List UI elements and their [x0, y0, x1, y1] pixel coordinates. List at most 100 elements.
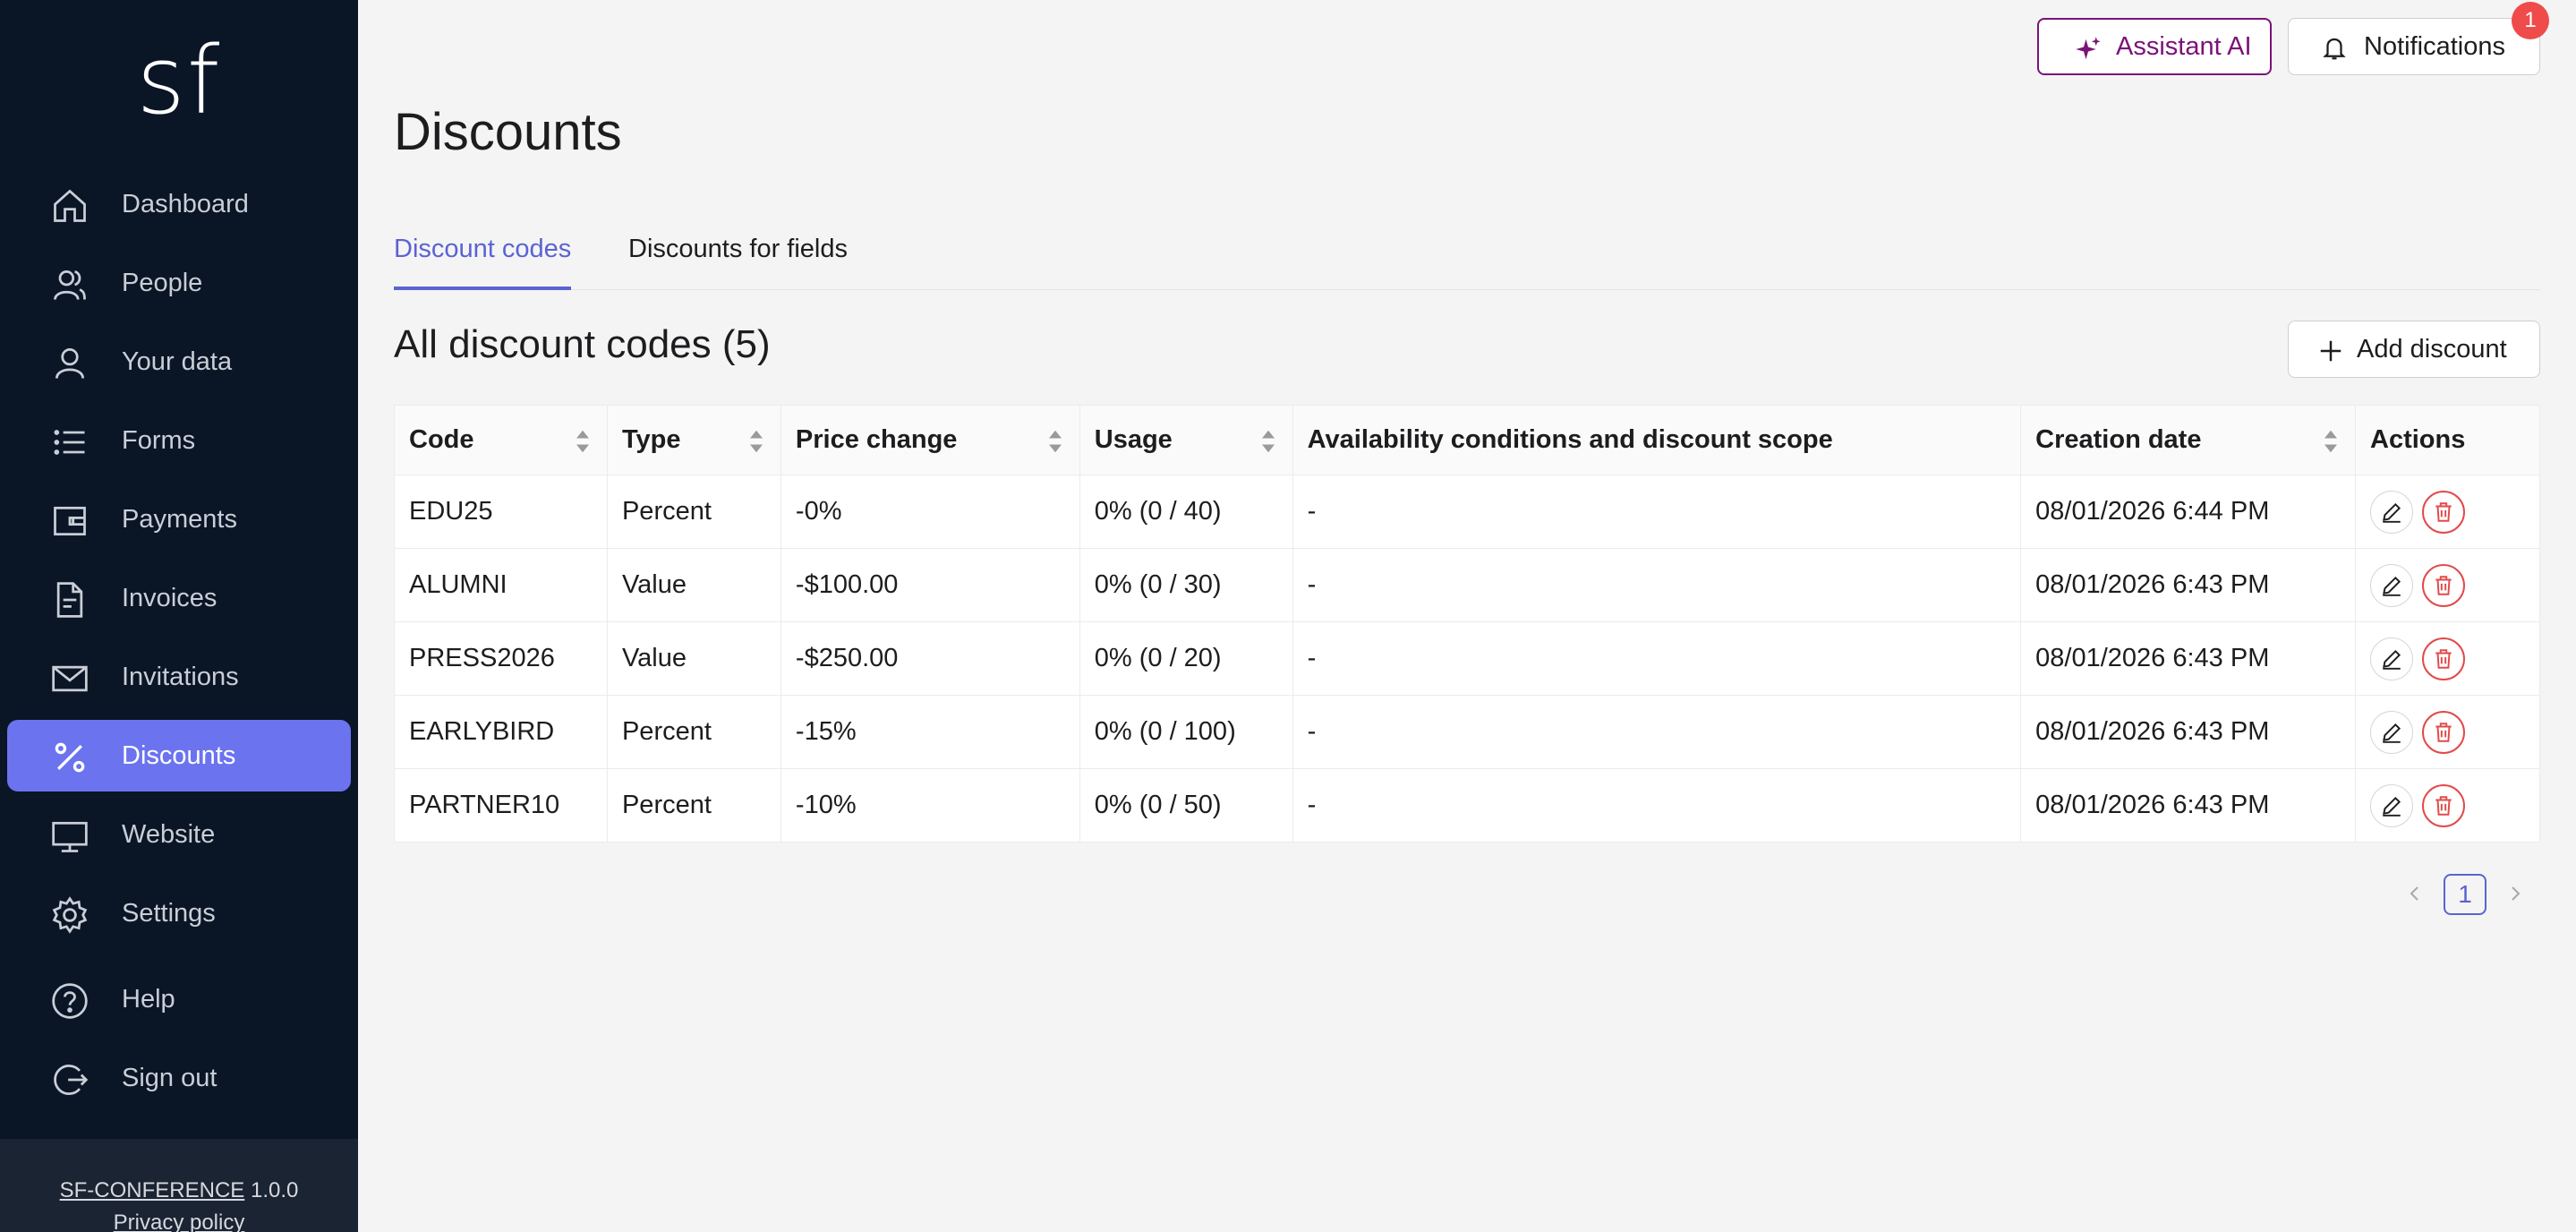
privacy-policy-link[interactable]: Privacy policy [0, 1207, 358, 1232]
trash-icon [2435, 722, 2452, 742]
sidebar-item-label: Your data [122, 346, 233, 376]
sort-icon[interactable] [748, 429, 764, 454]
sidebar-item-invoices[interactable]: Invoices [7, 562, 351, 634]
edit-button[interactable] [2370, 783, 2413, 827]
column-label: Creation date [2035, 425, 2202, 454]
sidebar-item-label: People [122, 268, 203, 297]
column-label: Type [621, 425, 681, 454]
cell-creation-date: 08/01/2026 6:43 PM [2020, 621, 2356, 696]
delete-button[interactable] [2422, 783, 2465, 827]
column-header-type[interactable]: Type [606, 405, 781, 475]
cell-code: PARTNER10 [394, 768, 608, 843]
sidebar-item-help[interactable]: Help [7, 963, 351, 1035]
sidebar-item-label: Invitations [122, 662, 239, 691]
cell-creation-date: 08/01/2026 6:43 PM [2020, 768, 2356, 843]
table-row: PARTNER10 Percent -10% 0% (0 / 50) - 08/… [394, 768, 2540, 843]
sidebar-footer: SF-CONFERENCE 1.0.0 Privacy policy [0, 1139, 358, 1232]
cell-usage: 0% (0 / 100) [1079, 695, 1293, 769]
sidebar-item-forms[interactable]: Forms [7, 405, 351, 476]
column-header-availability: Availability conditions and discount sco… [1292, 405, 2022, 475]
table-header-row: Code Type Price change Usage Availabilit… [394, 405, 2540, 475]
cell-code: PRESS2026 [394, 621, 608, 696]
sidebar-item-dashboard[interactable]: Dashboard [7, 168, 351, 240]
delete-button[interactable] [2422, 710, 2465, 754]
column-header-price-change[interactable]: Price change [780, 405, 1080, 475]
sort-icon[interactable] [575, 429, 591, 454]
sidebar-item-settings[interactable]: Settings [7, 877, 351, 949]
main-content: Assistant AI Notifications 1 Discounts D… [358, 0, 2576, 1232]
sign-out-icon [54, 1065, 89, 1095]
table-row: PRESS2026 Value -$250.00 0% (0 / 20) - 0… [394, 621, 2540, 696]
edit-button[interactable] [2370, 710, 2413, 754]
sort-icon[interactable] [1260, 429, 1276, 454]
cell-actions [2355, 548, 2540, 622]
pencil-icon [2383, 649, 2401, 670]
edit-button[interactable] [2370, 563, 2413, 607]
sort-icon[interactable] [1047, 429, 1063, 454]
sidebar-item-label: Sign out [122, 1063, 218, 1092]
sidebar-item-invitations[interactable]: Invitations [7, 641, 351, 713]
tabs: Discount codes Discounts for fields [394, 229, 2540, 290]
sidebar-item-discounts[interactable]: Discounts [7, 720, 351, 791]
cell-creation-date: 08/01/2026 6:43 PM [2020, 548, 2356, 622]
sidebar-item-label: Settings [122, 898, 216, 928]
edit-button[interactable] [2370, 490, 2413, 534]
mail-icon [52, 665, 88, 692]
assistant-ai-button[interactable]: Assistant AI [2037, 18, 2272, 75]
add-discount-label: Add discount [2357, 334, 2507, 364]
cell-usage: 0% (0 / 30) [1079, 548, 1293, 622]
trash-icon [2435, 575, 2452, 595]
cell-usage: 0% (0 / 20) [1079, 621, 1293, 696]
sidebar-item-sign-out[interactable]: Sign out [7, 1042, 351, 1114]
tab-discounts-for-fields[interactable]: Discounts for fields [628, 235, 848, 290]
column-header-creation-date[interactable]: Creation date [2020, 405, 2356, 475]
gear-icon [52, 896, 88, 934]
list-icon [54, 430, 85, 455]
cell-price-change: -$250.00 [780, 621, 1080, 696]
cell-creation-date: 08/01/2026 6:43 PM [2020, 695, 2356, 769]
delete-button[interactable] [2422, 490, 2465, 534]
trash-icon [2435, 648, 2452, 669]
notifications-label: Notifications [2364, 31, 2505, 61]
sidebar-item-label: Help [122, 984, 175, 1014]
app-name-link[interactable]: SF-CONFERENCE [60, 1178, 245, 1202]
tab-discount-codes[interactable]: Discount codes [394, 235, 572, 290]
column-header-usage[interactable]: Usage [1079, 405, 1293, 475]
sidebar-item-people[interactable]: People [7, 247, 351, 319]
trash-icon [2435, 501, 2452, 522]
home-icon [54, 189, 86, 222]
column-label: Price change [795, 425, 958, 454]
column-label: Actions [2370, 425, 2466, 454]
sidebar: sf Dashboard People Your data Forms Paym… [0, 0, 358, 1232]
cell-type: Percent [606, 475, 781, 549]
bell-icon [2323, 38, 2346, 60]
logo[interactable]: sf [0, 26, 358, 135]
delete-button[interactable] [2422, 637, 2465, 680]
user-icon [55, 348, 85, 379]
pencil-icon [2383, 502, 2401, 523]
sidebar-item-your-data[interactable]: Your data [7, 326, 351, 398]
column-header-code[interactable]: Code [394, 405, 608, 475]
sparkle-icon [2076, 37, 2101, 60]
table-row: EARLYBIRD Percent -15% 0% (0 / 100) - 08… [394, 695, 2540, 769]
cell-price-change: -$100.00 [780, 548, 1080, 622]
delete-button[interactable] [2422, 563, 2465, 607]
cell-actions [2355, 768, 2540, 843]
edit-button[interactable] [2370, 637, 2413, 680]
cell-code: EDU25 [394, 475, 608, 549]
pagination-page-1[interactable]: 1 [2444, 874, 2486, 915]
sidebar-item-payments[interactable]: Payments [7, 483, 351, 555]
sort-icon[interactable] [2323, 429, 2339, 454]
notifications-button[interactable]: Notifications [2288, 18, 2540, 75]
pagination-prev-button[interactable] [2404, 874, 2426, 913]
logo-text: sf [136, 26, 222, 135]
help-icon [52, 983, 88, 1019]
assistant-ai-label: Assistant AI [2116, 31, 2252, 61]
sidebar-item-website[interactable]: Website [7, 799, 351, 870]
cell-code: EARLYBIRD [394, 695, 608, 769]
pagination-next-button[interactable] [2504, 874, 2526, 913]
cell-code: ALUMNI [394, 548, 608, 622]
add-discount-button[interactable]: Add discount [2288, 321, 2540, 378]
cell-price-change: -15% [780, 695, 1080, 769]
sidebar-item-label: Website [122, 819, 216, 849]
